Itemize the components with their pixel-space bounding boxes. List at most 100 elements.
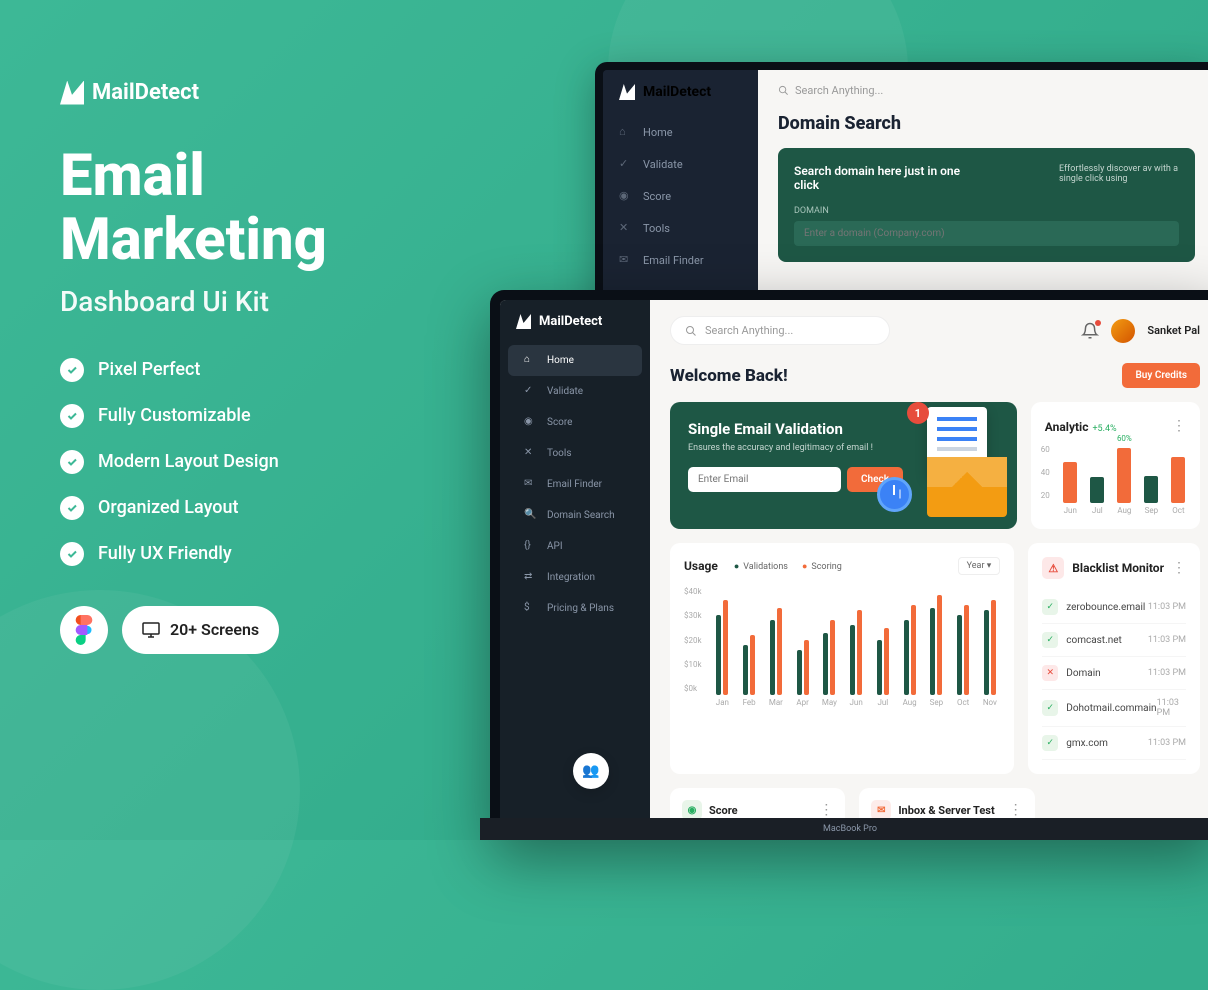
- fab-users-icon[interactable]: 👥: [573, 753, 609, 789]
- usage-card: Usage Validations Scoring Year ▾ $40k$30…: [670, 543, 1014, 774]
- usage-title: Usage: [684, 559, 718, 573]
- blacklist-row[interactable]: ✕Domain11:03 PM: [1042, 657, 1186, 690]
- figma-badge: [60, 606, 108, 654]
- sidebar-item-email-finder[interactable]: ✉Email Finder: [508, 469, 642, 500]
- feature-item: Fully UX Friendly: [60, 542, 327, 566]
- nav-icon: ◉: [619, 189, 633, 203]
- nav-icon: ◉: [524, 416, 537, 429]
- inbox-icon: ✉: [871, 800, 891, 820]
- sidebar-item-score[interactable]: ◉Score: [603, 180, 758, 212]
- chart-bar: Jun: [846, 595, 867, 707]
- check-icon: [60, 358, 84, 382]
- logo-mark-icon: [516, 314, 531, 329]
- sidebar-item-validate[interactable]: ✓Validate: [508, 376, 642, 407]
- chart-bar: 60%Aug: [1117, 434, 1132, 515]
- chart-bar: Sep: [926, 595, 947, 707]
- chart-bar: Feb: [739, 595, 760, 707]
- hero-title: Email Marketing: [60, 145, 327, 273]
- sidebar-item-integration[interactable]: ⇄Integration: [508, 562, 642, 593]
- search-icon: [685, 325, 697, 337]
- hero-subtitle: Dashboard Ui Kit: [60, 285, 327, 318]
- feature-item: Fully Customizable: [60, 404, 327, 428]
- blacklist-row[interactable]: ✓Dohotmail.commain11:03 PM: [1042, 690, 1186, 727]
- card-side-text: Effortlessly discover av with a single c…: [1059, 164, 1179, 184]
- nav-icon: ✓: [524, 385, 537, 398]
- nav-icon: ✉: [619, 253, 633, 267]
- period-select[interactable]: Year ▾: [958, 557, 1001, 575]
- chart-bar: Apr: [792, 595, 813, 707]
- nav-icon: ✉: [524, 478, 537, 491]
- more-icon[interactable]: ⋮: [819, 802, 833, 818]
- sidebar-item-tools[interactable]: ✕Tools: [508, 438, 642, 469]
- nav-icon: ✓: [619, 157, 633, 171]
- more-icon[interactable]: ⋮: [1172, 560, 1186, 576]
- blacklist-title: Blacklist Monitor: [1072, 561, 1164, 575]
- sidebar-item-domain-search[interactable]: 🔍Domain Search: [508, 500, 642, 531]
- chart-bar: Jul: [873, 595, 894, 707]
- chart-bar: Mar: [766, 595, 787, 707]
- sidebar-item-tools[interactable]: ✕Tools: [603, 212, 758, 244]
- sidebar-item-validate[interactable]: ✓Validate: [603, 148, 758, 180]
- more-icon[interactable]: ⋮: [1009, 802, 1023, 818]
- legend-scoring: Scoring: [802, 561, 842, 572]
- cross-icon: ✕: [1042, 665, 1058, 681]
- domain-label: DOMAIN: [794, 206, 1179, 216]
- chart-bar: Oct: [1171, 457, 1186, 515]
- analytic-card: Analytic +5.4% ⋮ 604020 JunJul60%AugSepO…: [1031, 402, 1200, 529]
- analytic-change: +5.4%: [1092, 424, 1116, 434]
- sidebar-light: MailDetect ⌂Home✓Validate◉Score✕Tools✉Em…: [500, 300, 650, 840]
- bell-icon[interactable]: [1081, 322, 1099, 340]
- nav-icon: {}: [524, 540, 537, 553]
- blacklist-row[interactable]: ✓gmx.com11:03 PM: [1042, 727, 1186, 760]
- check-icon: ✓: [1042, 632, 1058, 648]
- sidebar-item-api[interactable]: {}API: [508, 531, 642, 562]
- chart-bar: Jan: [712, 595, 733, 707]
- buy-credits-button[interactable]: Buy Credits: [1122, 363, 1200, 388]
- usage-chart: $40k$30k$20k$10k$0k JanFebMarAprMayJunJu…: [684, 587, 1000, 707]
- nav-icon: ✕: [524, 447, 537, 460]
- chart-bar: Aug: [899, 595, 920, 707]
- card-lead: Search domain here just in one click: [794, 164, 974, 192]
- monitor-icon: [142, 622, 160, 638]
- sidebar-dark: MailDetect ⌂Home✓Validate◉Score✕Tools✉Em…: [603, 70, 758, 290]
- avatar[interactable]: [1111, 319, 1135, 343]
- more-icon[interactable]: ⋮: [1172, 418, 1186, 434]
- search-icon: [778, 85, 789, 96]
- brand-logo: MailDetect: [60, 80, 327, 105]
- nav-icon: ⇄: [524, 571, 537, 584]
- blacklist-row[interactable]: ✓comcast.net11:03 PM: [1042, 624, 1186, 657]
- legend-validations: Validations: [734, 561, 788, 572]
- nav-icon: 🔍: [524, 509, 537, 522]
- figma-icon: [74, 615, 94, 645]
- check-icon: [60, 450, 84, 474]
- check-icon: ✓: [1042, 735, 1058, 751]
- feature-item: Organized Layout: [60, 496, 327, 520]
- search-bar-dark[interactable]: Search Anything...: [778, 84, 1195, 97]
- sidebar-item-email-finder[interactable]: ✉Email Finder: [603, 244, 758, 276]
- search-input[interactable]: Search Anything...: [670, 316, 890, 345]
- chart-bar: May: [819, 595, 840, 707]
- nav-icon: ✕: [619, 221, 633, 235]
- sidebar-item-score[interactable]: ◉Score: [508, 407, 642, 438]
- envelope-illustration: 1: [877, 407, 1007, 517]
- chart-bar: Oct: [953, 595, 974, 707]
- chart-bar: Jul: [1090, 477, 1105, 515]
- email-input[interactable]: [688, 467, 841, 492]
- feature-item: Modern Layout Design: [60, 450, 327, 474]
- analytic-title: Analytic: [1045, 420, 1089, 434]
- nav-icon: ⌂: [619, 125, 633, 139]
- sidebar-item-pricing-&-plans[interactable]: $Pricing & Plans: [508, 593, 642, 624]
- check-icon: [60, 542, 84, 566]
- user-name: Sanket Pal: [1147, 324, 1200, 337]
- sidebar-item-home[interactable]: ⌂Home: [508, 345, 642, 376]
- blacklist-row[interactable]: ✓zerobounce.email11:03 PM: [1042, 591, 1186, 624]
- analytic-chart: 604020 JunJul60%AugSepOct: [1045, 445, 1186, 515]
- single-email-validation-card: Single Email Validation Ensures the accu…: [670, 402, 1017, 529]
- domain-input[interactable]: [794, 221, 1179, 246]
- promo-panel: MailDetect Email Marketing Dashboard Ui …: [60, 80, 327, 654]
- score-icon: ◉: [682, 800, 702, 820]
- alert-icon: ⚠: [1042, 557, 1064, 579]
- sidebar-item-home[interactable]: ⌂Home: [603, 116, 758, 148]
- chart-bar: Sep: [1144, 476, 1159, 516]
- logo-mark-icon: [619, 84, 635, 100]
